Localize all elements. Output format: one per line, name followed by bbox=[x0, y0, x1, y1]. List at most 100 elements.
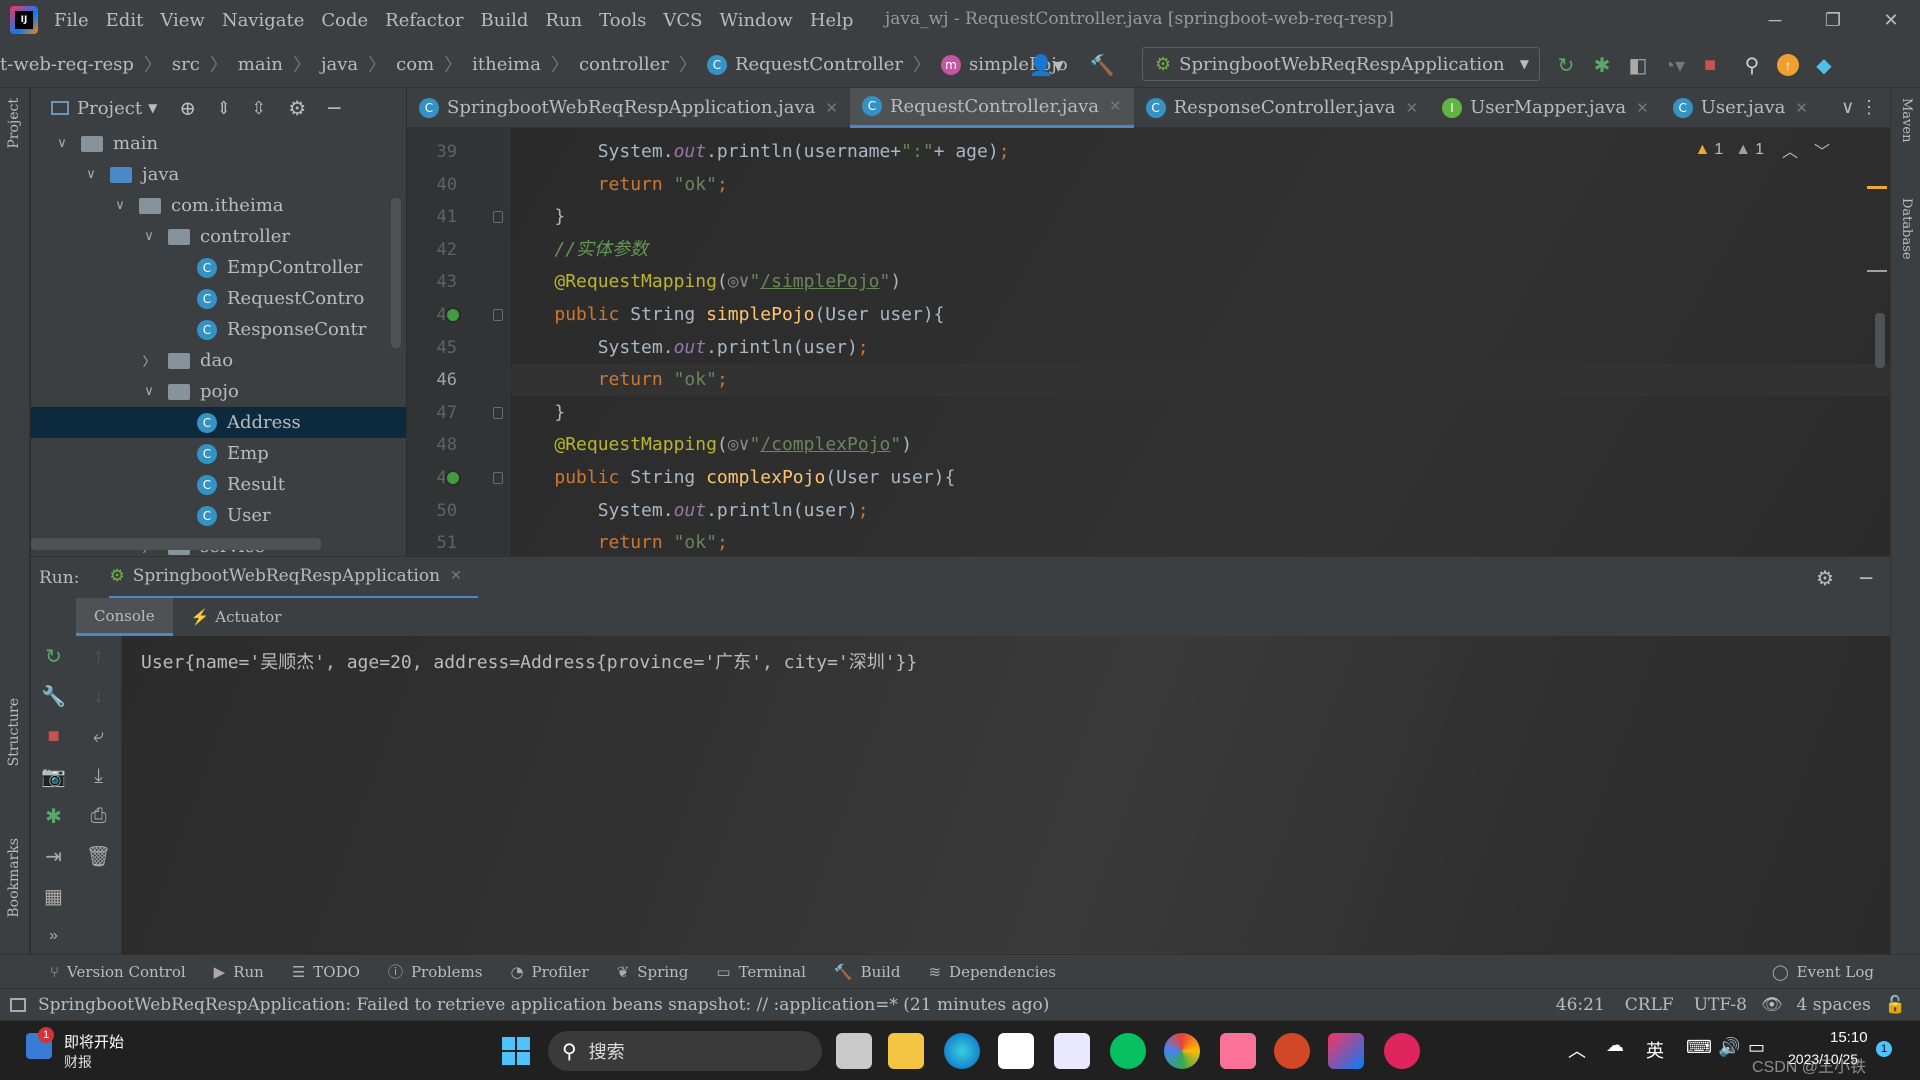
editor-scrollbar[interactable] bbox=[1875, 313, 1885, 368]
tab-overflow-icon[interactable]: ∨ ⋮ bbox=[1829, 88, 1890, 128]
ime-indicator[interactable]: 英 bbox=[1646, 1037, 1664, 1063]
tree-item[interactable]: ∨ controller bbox=[31, 221, 406, 252]
console-output[interactable]: User{name='吴顺杰', age=20, address=Address… bbox=[123, 636, 1890, 954]
run-config-tab[interactable]: ⚙ SpringbootWebReqRespApplication ✕ bbox=[109, 557, 478, 599]
more-chevron-icon[interactable]: » bbox=[31, 916, 76, 956]
menu-item-help[interactable]: Help bbox=[810, 10, 854, 31]
breadcrumb-item[interactable]: java bbox=[321, 54, 358, 75]
breadcrumb-item[interactable]: itheima bbox=[472, 54, 541, 75]
line-number[interactable]: 45 bbox=[407, 338, 457, 358]
breadcrumb-item[interactable]: main bbox=[238, 54, 283, 75]
editor-tab[interactable]: C User.java ✕ bbox=[1661, 88, 1820, 128]
code-line[interactable]: //实体参数 bbox=[511, 234, 1890, 266]
arrow-up-icon[interactable]: ↑ bbox=[76, 636, 121, 676]
update-icon[interactable]: ↑ bbox=[1770, 48, 1806, 82]
search-icon[interactable]: ⚲ bbox=[1734, 48, 1770, 82]
tree-item[interactable]: ∨ pojo bbox=[31, 376, 406, 407]
tree-item[interactable]: C Address bbox=[31, 407, 406, 438]
expand-all-icon[interactable]: ⇕ bbox=[216, 98, 231, 119]
tree-item[interactable]: ∨ com.itheima bbox=[31, 190, 406, 221]
lock-icon[interactable]: 🔓 bbox=[1885, 995, 1906, 1015]
chevron-up-icon[interactable]: ︿ bbox=[1782, 138, 1798, 162]
menu-item-build[interactable]: Build bbox=[481, 10, 529, 31]
settings-gear-icon[interactable]: ⚙ bbox=[1816, 566, 1834, 590]
fold-marker-icon[interactable] bbox=[493, 211, 503, 224]
intellij-taskbar-icon[interactable] bbox=[1328, 1033, 1364, 1069]
tree-item[interactable]: C EmpController bbox=[31, 252, 406, 283]
login-icon[interactable]: ⇥ bbox=[31, 836, 76, 876]
cloud-icon[interactable]: ☁ bbox=[1606, 1035, 1624, 1056]
eye-icon[interactable]: 👁 bbox=[1761, 995, 1783, 1015]
network-icon[interactable]: ⌨ bbox=[1686, 1037, 1712, 1058]
bilibili-icon[interactable] bbox=[1220, 1033, 1256, 1069]
chevron-down-icon[interactable]: ∨ bbox=[82, 167, 100, 182]
tree-item[interactable]: ∨ main bbox=[31, 128, 406, 159]
fold-marker-icon[interactable] bbox=[493, 309, 503, 321]
line-separator[interactable]: CRLF bbox=[1625, 995, 1674, 1015]
intellij-logo-icon[interactable]: IJ bbox=[10, 6, 38, 34]
rerun-icon[interactable]: ↻ bbox=[31, 636, 76, 676]
weak-warning-stripe-marker[interactable] bbox=[1867, 270, 1887, 272]
chevron-down-icon[interactable]: ∨ bbox=[140, 384, 158, 399]
project-scrollbar[interactable] bbox=[391, 198, 401, 348]
chevron-down-icon[interactable]: ▼ bbox=[148, 101, 157, 115]
arrow-down-icon[interactable]: ↓ bbox=[76, 676, 121, 716]
stop-icon[interactable]: ■ bbox=[31, 716, 76, 756]
line-number[interactable]: 46 bbox=[407, 370, 457, 390]
database-tool-tab[interactable]: Database bbox=[1899, 198, 1914, 260]
plugin-icon[interactable]: ◆ bbox=[1806, 48, 1842, 82]
code-line[interactable]: System.out.println(username+":"+ age); bbox=[511, 136, 1890, 168]
project-view-select[interactable]: Project bbox=[77, 98, 142, 119]
status-panel-icon[interactable] bbox=[10, 997, 26, 1012]
tree-item[interactable]: C Result bbox=[31, 469, 406, 500]
debug-icon[interactable]: ✱ bbox=[1584, 48, 1620, 82]
edge-browser-icon[interactable] bbox=[944, 1033, 980, 1069]
close-tab-icon[interactable]: ✕ bbox=[450, 568, 462, 584]
chevron-right-icon[interactable]: 〉 bbox=[140, 351, 158, 370]
chevron-down-icon[interactable]: ∨ bbox=[53, 136, 71, 151]
windows-start-icon[interactable] bbox=[502, 1037, 530, 1065]
warning-stripe-marker[interactable] bbox=[1867, 186, 1887, 189]
menu-item-navigate[interactable]: Navigate bbox=[222, 10, 305, 31]
chrome-icon[interactable] bbox=[1164, 1033, 1200, 1069]
tool-profiler[interactable]: ◔ Profiler bbox=[510, 963, 588, 981]
code-line[interactable]: return "ok"; bbox=[511, 527, 1890, 556]
tree-item[interactable]: C Emp bbox=[31, 438, 406, 469]
inspection-widget[interactable]: ▲ 1 ▲ 1 ︿ ﹀ bbox=[1694, 138, 1830, 162]
chevron-down-icon[interactable]: ﹀ bbox=[1814, 138, 1830, 162]
close-tab-icon[interactable]: ✕ bbox=[1795, 99, 1808, 117]
print-icon[interactable]: ⎙ bbox=[76, 796, 121, 836]
tool-problems[interactable]: ⓘ Problems bbox=[388, 961, 483, 982]
notification-badge[interactable]: 1 bbox=[1876, 1041, 1892, 1057]
project-horizontal-scrollbar[interactable] bbox=[31, 538, 321, 550]
locate-icon[interactable]: ⊕ bbox=[179, 96, 196, 120]
tab-actuator[interactable]: ⚡ Actuator bbox=[173, 598, 300, 636]
wrench-icon[interactable]: 🔧 bbox=[31, 676, 76, 716]
menu-item-vcs[interactable]: VCS bbox=[663, 10, 702, 31]
tree-item[interactable]: ∨ java bbox=[31, 159, 406, 190]
tool-event-log[interactable]: ◯ Event Log bbox=[1772, 963, 1874, 981]
tool-version-control[interactable]: ⑂ Version Control bbox=[50, 963, 186, 981]
hide-panel-icon[interactable]: ─ bbox=[328, 96, 340, 120]
tool-todo[interactable]: ☰ TODO bbox=[292, 963, 360, 981]
indent-setting[interactable]: 4 spaces bbox=[1797, 995, 1871, 1015]
tree-item[interactable]: 〉 dao bbox=[31, 345, 406, 376]
code-line[interactable]: public String complexPojo(User user){ bbox=[511, 462, 1890, 494]
editor-tab[interactable]: I UserMapper.java ✕ bbox=[1430, 88, 1661, 128]
close-tab-icon[interactable]: ✕ bbox=[1636, 99, 1649, 117]
tab-console[interactable]: Console bbox=[76, 598, 173, 636]
line-number[interactable]: 39 bbox=[407, 142, 457, 162]
wechat-icon[interactable] bbox=[1110, 1033, 1146, 1069]
user-icon[interactable]: 👤▾ bbox=[1028, 48, 1064, 82]
tool-build[interactable]: 🔨 Build bbox=[834, 963, 901, 981]
app-red-icon[interactable] bbox=[1384, 1033, 1420, 1069]
menu-item-run[interactable]: Run bbox=[545, 10, 582, 31]
news-title[interactable]: 即将开始 bbox=[64, 1031, 124, 1052]
tool-dependencies[interactable]: ≋ Dependencies bbox=[928, 963, 1056, 981]
code-line[interactable]: return "ok"; bbox=[511, 169, 1890, 201]
code-line[interactable]: public String simplePojo(User user){ bbox=[511, 299, 1890, 331]
task-view-icon[interactable] bbox=[836, 1033, 872, 1069]
volume-icon[interactable]: 🔊 bbox=[1718, 1037, 1740, 1058]
code-line[interactable]: } bbox=[511, 397, 1890, 429]
news-subtitle[interactable]: 财报 bbox=[64, 1052, 92, 1072]
